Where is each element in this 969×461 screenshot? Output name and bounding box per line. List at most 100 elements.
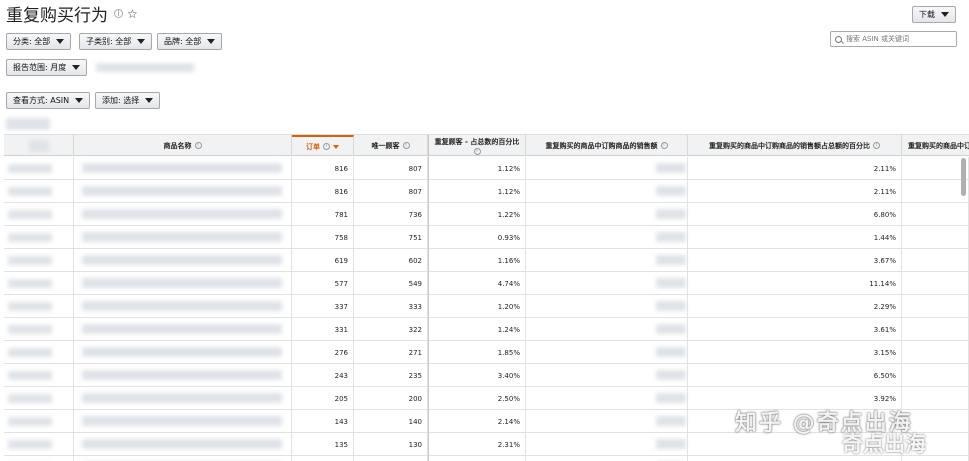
orders-cell: 337: [292, 295, 354, 318]
redacted-block: [82, 209, 282, 219]
table-row[interactable]: 758 751 0.93% 1.44%: [4, 226, 969, 249]
orders-cell: 577: [292, 272, 354, 295]
repeat-pct-cell: 1.12%: [428, 180, 526, 203]
add-column-filter[interactable]: 添加: 选择: [95, 92, 161, 109]
column-header-orders-label: 订单: [306, 142, 320, 151]
orders-cell-value: 276: [334, 348, 348, 357]
column-header-name-label: 商品名称: [163, 141, 192, 150]
redacted-product-name-cell: [74, 410, 292, 433]
table-row[interactable]: 816 807 1.12% 2.11%: [4, 157, 969, 180]
column-header-unique-customers[interactable]: 唯一顾客 i: [354, 135, 428, 156]
redacted-repeat-sales-cell: [526, 295, 688, 318]
last-cell: [902, 295, 969, 318]
redacted-product-name-cell: [74, 226, 292, 249]
column-header-repeat-pct[interactable]: 重复顾客 - 占总数的百分比 i: [428, 135, 526, 156]
report-range-filter[interactable]: 报告范围: 月度: [6, 59, 88, 76]
last-cell: [902, 157, 969, 180]
repeat-pct-cell-value: 3.40%: [497, 371, 520, 380]
repeat-sales-pct-cell: 3.61%: [688, 318, 902, 341]
unique-customers-cell: 140: [354, 410, 428, 433]
download-button[interactable]: 下载: [912, 6, 956, 23]
repeat-sales-pct-cell: 2.29%: [688, 295, 902, 318]
orders-cell-value: 758: [334, 233, 348, 242]
redacted-block: [8, 279, 52, 288]
redacted-block: [8, 256, 52, 265]
table-row[interactable]: 337 333 1.20% 2.29%: [4, 295, 969, 318]
table-row[interactable]: 816 807 1.12% 2.11%: [4, 180, 969, 203]
redacted-asin-cell: [4, 180, 74, 203]
redacted-repeat-sales-cell: [526, 387, 688, 410]
view-by-filter[interactable]: 查看方式: ASIN: [6, 92, 91, 109]
page-title-text: 重复购买行为: [6, 6, 108, 26]
redacted-block: [82, 232, 282, 242]
info-icon[interactable]: i: [114, 9, 123, 18]
redacted-product-name-cell: [74, 157, 292, 180]
table-row[interactable]: 781 736 1.22% 6.80%: [4, 203, 969, 226]
redacted-date-range: [96, 63, 194, 72]
repeat-pct-cell: 2.50%: [428, 387, 526, 410]
info-icon: i: [402, 142, 410, 149]
redacted-block: [656, 393, 686, 403]
orders-cell: 276: [292, 341, 354, 364]
repeat-pct-cell-value: 2.50%: [497, 394, 520, 403]
redacted-product-name-cell: [74, 341, 292, 364]
orders-cell: 619: [292, 249, 354, 272]
redacted-asin-cell: [4, 157, 74, 180]
repeat-pct-cell-value: 0.93%: [497, 233, 520, 242]
unique-customers-cell: 130: [354, 433, 428, 456]
last-cell: [902, 272, 969, 295]
star-icon[interactable]: ☆: [127, 7, 138, 21]
redacted-asin-cell: [4, 226, 74, 249]
brand-filter[interactable]: 品牌: 全部: [157, 33, 223, 50]
column-header-last[interactable]: 重复购买的商品中订: [902, 135, 969, 156]
redacted-block: [656, 347, 686, 357]
repeat-sales-pct-cell: 2.11%: [688, 157, 902, 180]
unique-customers-cell: 549: [354, 272, 428, 295]
orders-cell-value: 243: [334, 371, 348, 380]
repeat-pct-cell-value: 1.12%: [497, 164, 520, 173]
table-row[interactable]: 331 322 1.24% 3.61%: [4, 318, 969, 341]
column-divider: [428, 135, 429, 461]
unique-customers-cell: 602: [354, 249, 428, 272]
orders-cell-value: 331: [334, 325, 348, 334]
subcategory-filter-label: 子类别: 全部: [86, 37, 132, 46]
search-input[interactable]: [846, 35, 946, 43]
report-range-label: 报告范围: 月度: [13, 63, 67, 72]
column-header-repeat-sales-pct[interactable]: 重复购买的商品中订购商品的销售额占总额的百分比 i: [688, 135, 902, 156]
table-row[interactable]: 619 602 1.16% 3.67%: [4, 249, 969, 272]
orders-cell: 143: [292, 410, 354, 433]
redacted-block: [656, 186, 686, 196]
unique-customers-cell: 807: [354, 180, 428, 203]
vertical-scrollbar[interactable]: [961, 158, 966, 196]
redacted-asin-cell: [4, 295, 74, 318]
orders-cell-value: 205: [334, 394, 348, 403]
redacted-product-name-cell: [74, 387, 292, 410]
column-header-repeat-sales[interactable]: 重复购买的商品中订购商品的销售额 i: [526, 135, 688, 156]
redacted-block: [82, 439, 282, 449]
subcategory-filter[interactable]: 子类别: 全部: [79, 33, 153, 50]
category-filter[interactable]: 分类: 全部: [6, 33, 72, 50]
table-row[interactable]: 69681.47%2.90%: [4, 456, 969, 461]
repeat-pct-cell-value: 1.12%: [497, 187, 520, 196]
redacted-block: [8, 325, 52, 334]
repeat-sales-pct-cell: 1.44%: [688, 226, 902, 249]
redacted-block: [656, 163, 686, 173]
table-row[interactable]: 243 235 3.40% 6.50%: [4, 364, 969, 387]
table-header: 商品名称 i 订单 i 唯一顾客 i 重复顾客 - 占总数的百分比 i 重复购买…: [4, 135, 969, 156]
redacted-block: [656, 278, 686, 288]
brand-filter-label: 品牌: 全部: [164, 37, 202, 46]
redacted-product-name-cell: [74, 433, 292, 456]
repeat-pct-cell: 1.85%: [428, 341, 526, 364]
table-row[interactable]: 577 549 4.74% 11.14%: [4, 272, 969, 295]
redacted-asin-cell: [4, 410, 74, 433]
repeat-pct-cell: 4.74%: [428, 272, 526, 295]
repeat-pct-cell-value: 1.20%: [497, 302, 520, 311]
search-box[interactable]: [830, 31, 957, 47]
table-row[interactable]: 276 271 1.85% 3.15%: [4, 341, 969, 364]
repeat-sales-pct-cell-value: 3.61%: [873, 325, 896, 334]
repeat-sales-pct-cell-value: 3.67%: [873, 256, 896, 265]
redacted-repeat-sales-cell: [526, 157, 688, 180]
column-header-name[interactable]: 商品名称 i: [74, 135, 292, 156]
repeat-pct-cell: 1.47%: [428, 456, 526, 461]
column-header-orders[interactable]: 订单 i: [292, 135, 354, 156]
